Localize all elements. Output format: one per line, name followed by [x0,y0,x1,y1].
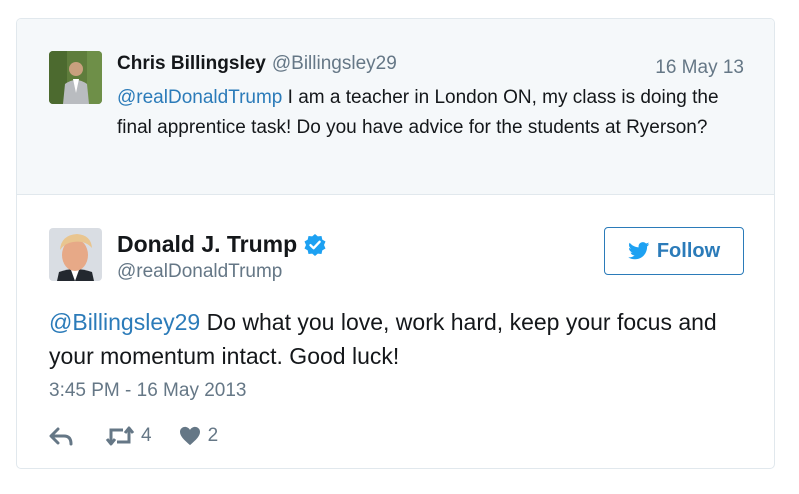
heart-icon [179,426,200,446]
parent-tweet[interactable]: Chris Billingsley @Billingsley29 16 May 1… [17,19,774,195]
parent-author-handle[interactable]: @Billingsley29 [272,53,397,74]
tweet-actions: 4 2 [49,421,244,451]
parent-author-avatar[interactable] [49,51,102,104]
reply-button[interactable] [49,426,79,446]
retweet-count: 4 [141,425,152,446]
like-button[interactable]: 2 [178,425,219,447]
follow-button[interactable]: Follow [604,227,744,275]
main-tweet-mention[interactable]: @Billingsley29 [49,309,200,335]
main-author-handle[interactable]: @realDonaldTrump [117,261,282,283]
parent-tweet-mention[interactable]: @realDonaldTrump [117,87,282,108]
verified-badge-icon [303,233,327,257]
main-author-name[interactable]: Donald J. Trump [117,231,297,257]
main-tweet-timestamp[interactable]: 3:45 PM - 16 May 2013 [49,380,247,402]
twitter-bird-icon [627,242,650,260]
like-count: 2 [207,425,219,446]
parent-author-name[interactable]: Chris Billingsley [117,53,266,74]
retweet-icon [105,426,135,446]
parent-tweet-text: @realDonaldTrump I am a teacher in Londo… [117,83,737,143]
embedded-tweet-card: Chris Billingsley @Billingsley29 16 May 1… [16,18,775,469]
main-author-name-row: Donald J. Trump [117,231,327,258]
parent-tweet-date[interactable]: 16 May 13 [655,57,744,79]
main-tweet-text: @Billingsley29 Do what you love, work ha… [49,305,749,373]
follow-button-label: Follow [656,239,721,262]
retweet-button[interactable]: 4 [105,425,152,447]
parent-author-header: Chris Billingsley @Billingsley29 [117,53,397,75]
main-author-avatar[interactable] [49,228,102,281]
reply-icon [49,427,73,446]
